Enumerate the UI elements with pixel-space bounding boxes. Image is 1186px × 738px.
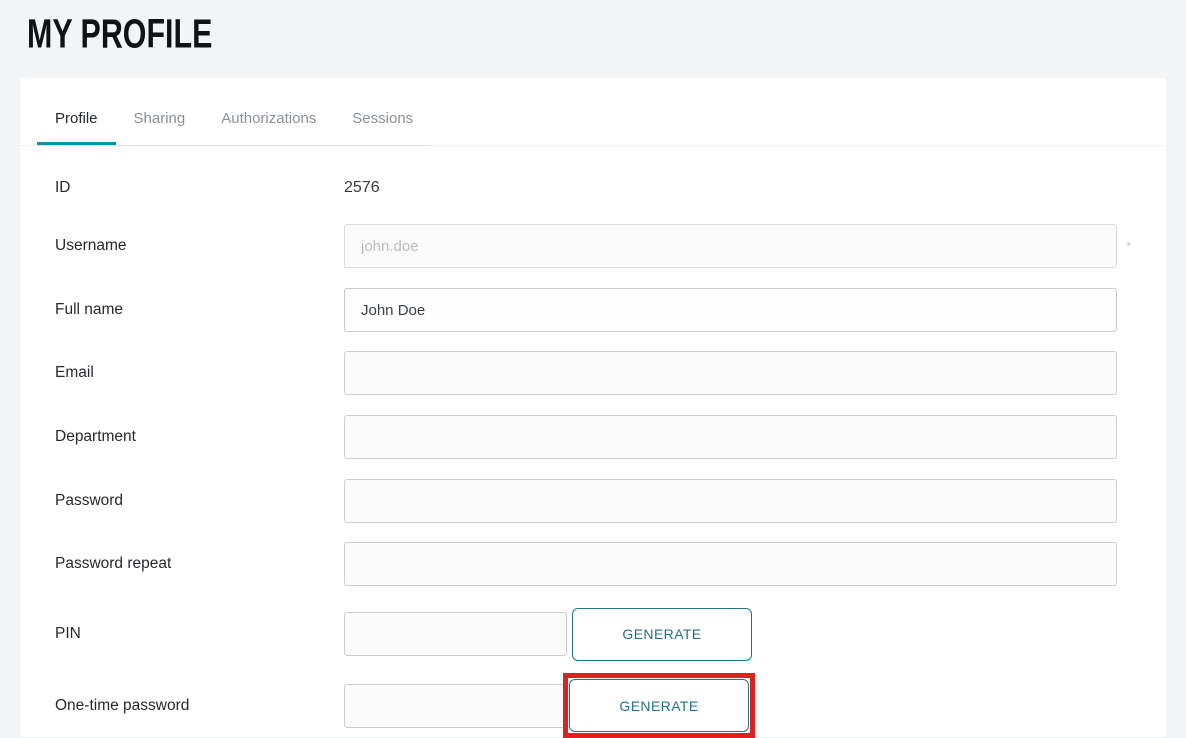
form-row-password: Password	[55, 479, 1166, 523]
red-highlight-annotation: GENERATE	[563, 673, 755, 738]
fullname-input[interactable]	[344, 288, 1117, 332]
fullname-label: Full name	[55, 301, 344, 319]
password-label: Password	[55, 492, 344, 510]
pin-input[interactable]	[344, 612, 567, 656]
form-row-id: ID 2576	[55, 166, 1166, 210]
password-input[interactable]	[344, 479, 1117, 523]
tab-sharing[interactable]: Sharing	[116, 78, 204, 145]
id-value: 2576	[344, 179, 380, 197]
one-time-password-generate-button[interactable]: GENERATE	[569, 679, 749, 732]
pin-generate-button[interactable]: GENERATE	[572, 608, 752, 661]
id-label: ID	[55, 179, 344, 197]
tab-sessions[interactable]: Sessions	[334, 78, 431, 145]
page-title: MY PROFILE	[27, 12, 212, 58]
username-label: Username	[55, 237, 344, 255]
profile-form: ID 2576 Username * Full name Email Depar…	[20, 166, 1166, 738]
required-marker: *	[1126, 238, 1131, 254]
form-row-password-repeat: Password repeat	[55, 542, 1166, 586]
department-input[interactable]	[344, 415, 1117, 459]
department-label: Department	[55, 428, 344, 446]
pin-label: PIN	[55, 625, 344, 643]
username-input[interactable]	[344, 224, 1117, 268]
one-time-password-label: One-time password	[55, 697, 344, 715]
password-repeat-label: Password repeat	[55, 555, 344, 573]
form-row-username: Username *	[55, 224, 1166, 268]
tab-profile[interactable]: Profile	[37, 78, 116, 145]
form-row-department: Department	[55, 415, 1166, 459]
form-row-fullname: Full name	[55, 288, 1166, 332]
form-row-one-time-password: One-time password GENERATE	[55, 673, 1166, 738]
tab-bar: Profile Sharing Authorizations Sessions	[20, 78, 1166, 146]
email-input[interactable]	[344, 351, 1117, 395]
email-label: Email	[55, 364, 344, 382]
profile-card: Profile Sharing Authorizations Sessions …	[20, 78, 1166, 737]
form-row-email: Email	[55, 351, 1166, 395]
password-repeat-input[interactable]	[344, 542, 1117, 586]
form-row-pin: PIN GENERATE	[55, 607, 1166, 661]
tab-authorizations[interactable]: Authorizations	[203, 78, 334, 145]
one-time-password-input[interactable]	[344, 684, 567, 728]
